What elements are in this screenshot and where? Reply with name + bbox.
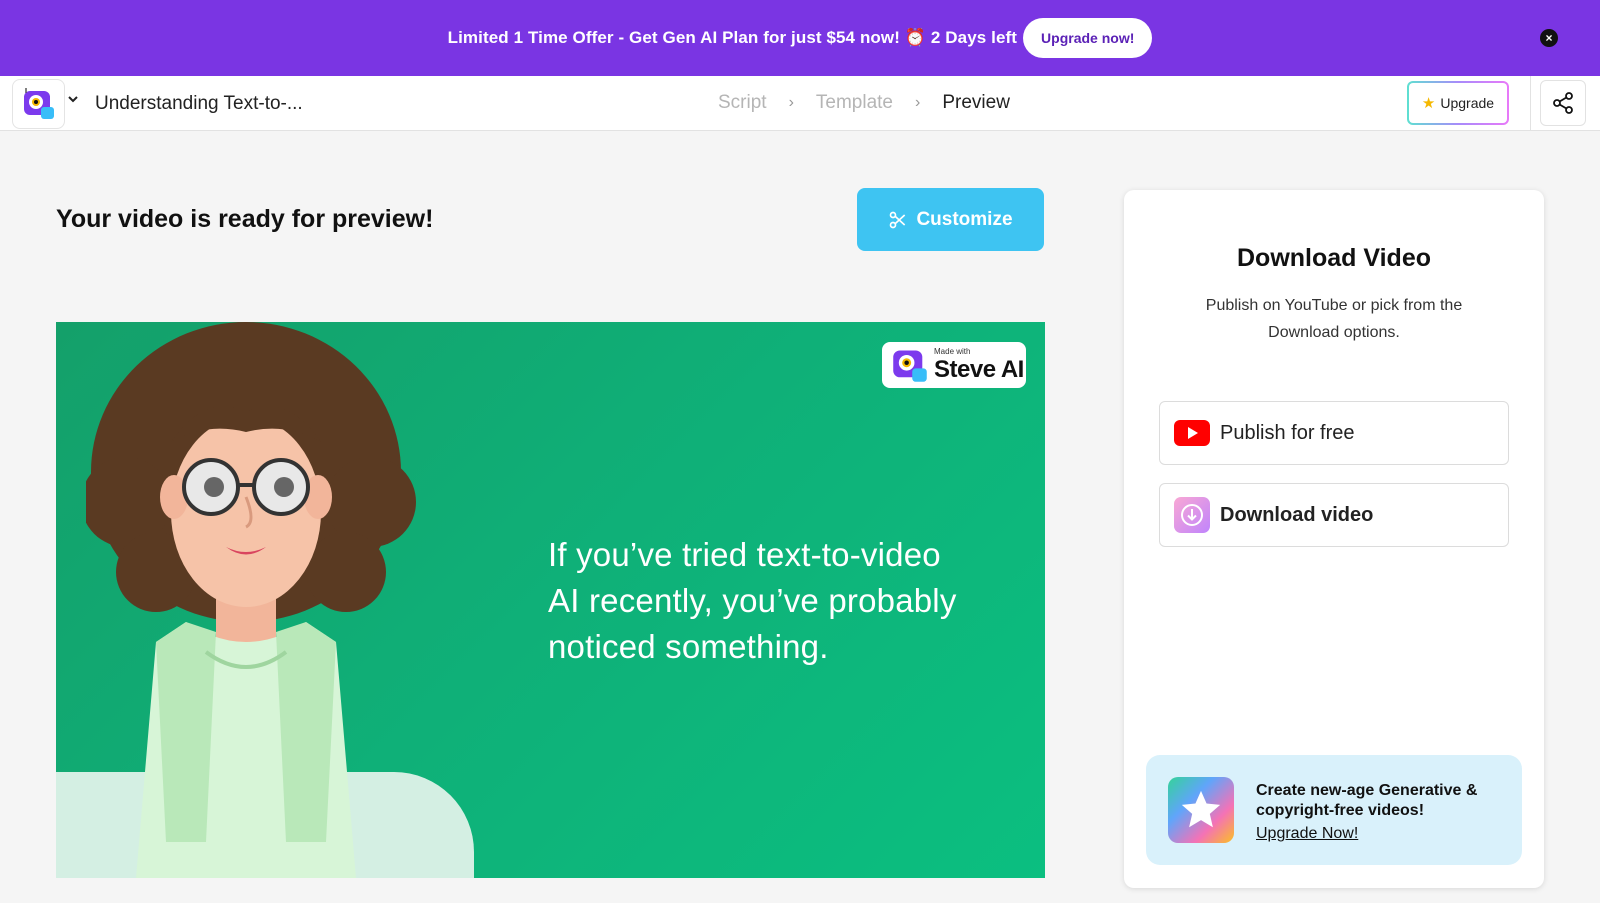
download-label: Download video [1220,503,1374,526]
breadcrumb-script[interactable]: Script [718,92,767,114]
upgrade-now-button[interactable]: Upgrade now! [1023,18,1153,58]
breadcrumb-separator: › [788,94,794,111]
publish-label: Publish for free [1220,421,1355,444]
page-title: Your video is ready for preview! [56,205,434,233]
star-icon [1168,777,1234,843]
watermark-made-with: Made with [934,347,971,356]
app-header: Understanding Text-to-... Script › Templ… [0,76,1600,131]
promo-text: Limited 1 Time Offer - Get Gen AI Plan f… [447,28,1018,47]
character-illustration [86,322,416,878]
star-icon: ★ [1421,95,1436,112]
upgrade-now-link[interactable]: Upgrade Now! [1256,825,1358,843]
download-icon [1174,497,1210,533]
share-button[interactable] [1540,80,1586,126]
promo-card-text: Create new-age Generative & copyright-fr… [1256,782,1478,819]
app-logo-icon [23,88,54,119]
app-logo[interactable] [12,79,65,129]
video-caption: If you’ve tried text-to-video AI recentl… [548,536,957,665]
upgrade-promo-card: Create new-age Generative & copyright-fr… [1146,755,1522,865]
promo-banner: Limited 1 Time Offer - Get Gen AI Plan f… [0,0,1600,76]
chevron-down-icon[interactable] [68,93,78,107]
panel-subtitle: Publish on YouTube or pick from the Down… [1205,297,1463,341]
scissors-icon [890,211,906,228]
upgrade-label: Upgrade [1440,95,1495,111]
customize-label: Customize [916,208,1013,230]
video-preview[interactable]: Made with Steve AI If you’ve tried text-… [56,322,1045,878]
upgrade-button[interactable]: ★ Upgrade [1407,81,1509,125]
breadcrumb-template[interactable]: Template [816,92,893,114]
share-icon [1553,92,1573,114]
header-divider [1530,76,1531,131]
download-video-button[interactable]: Download video [1159,483,1509,547]
watermark-brand: Steve AI [934,356,1024,383]
breadcrumb-separator: › [915,94,921,111]
project-title[interactable]: Understanding Text-to-... [95,93,303,115]
panel-title: Download Video [1237,244,1431,272]
publish-for-free-button[interactable]: Publish for free [1159,401,1509,465]
customize-button[interactable]: Customize [857,188,1044,251]
breadcrumb: Script › Template › Preview [718,92,1010,114]
app-logo-icon [893,350,927,382]
breadcrumb-preview[interactable]: Preview [942,92,1010,114]
download-panel: Download Video Publish on YouTube or pic… [1124,190,1544,888]
youtube-icon [1174,420,1210,446]
steve-ai-watermark: Made with Steve AI [882,342,1026,388]
close-icon[interactable]: × [1540,29,1558,47]
